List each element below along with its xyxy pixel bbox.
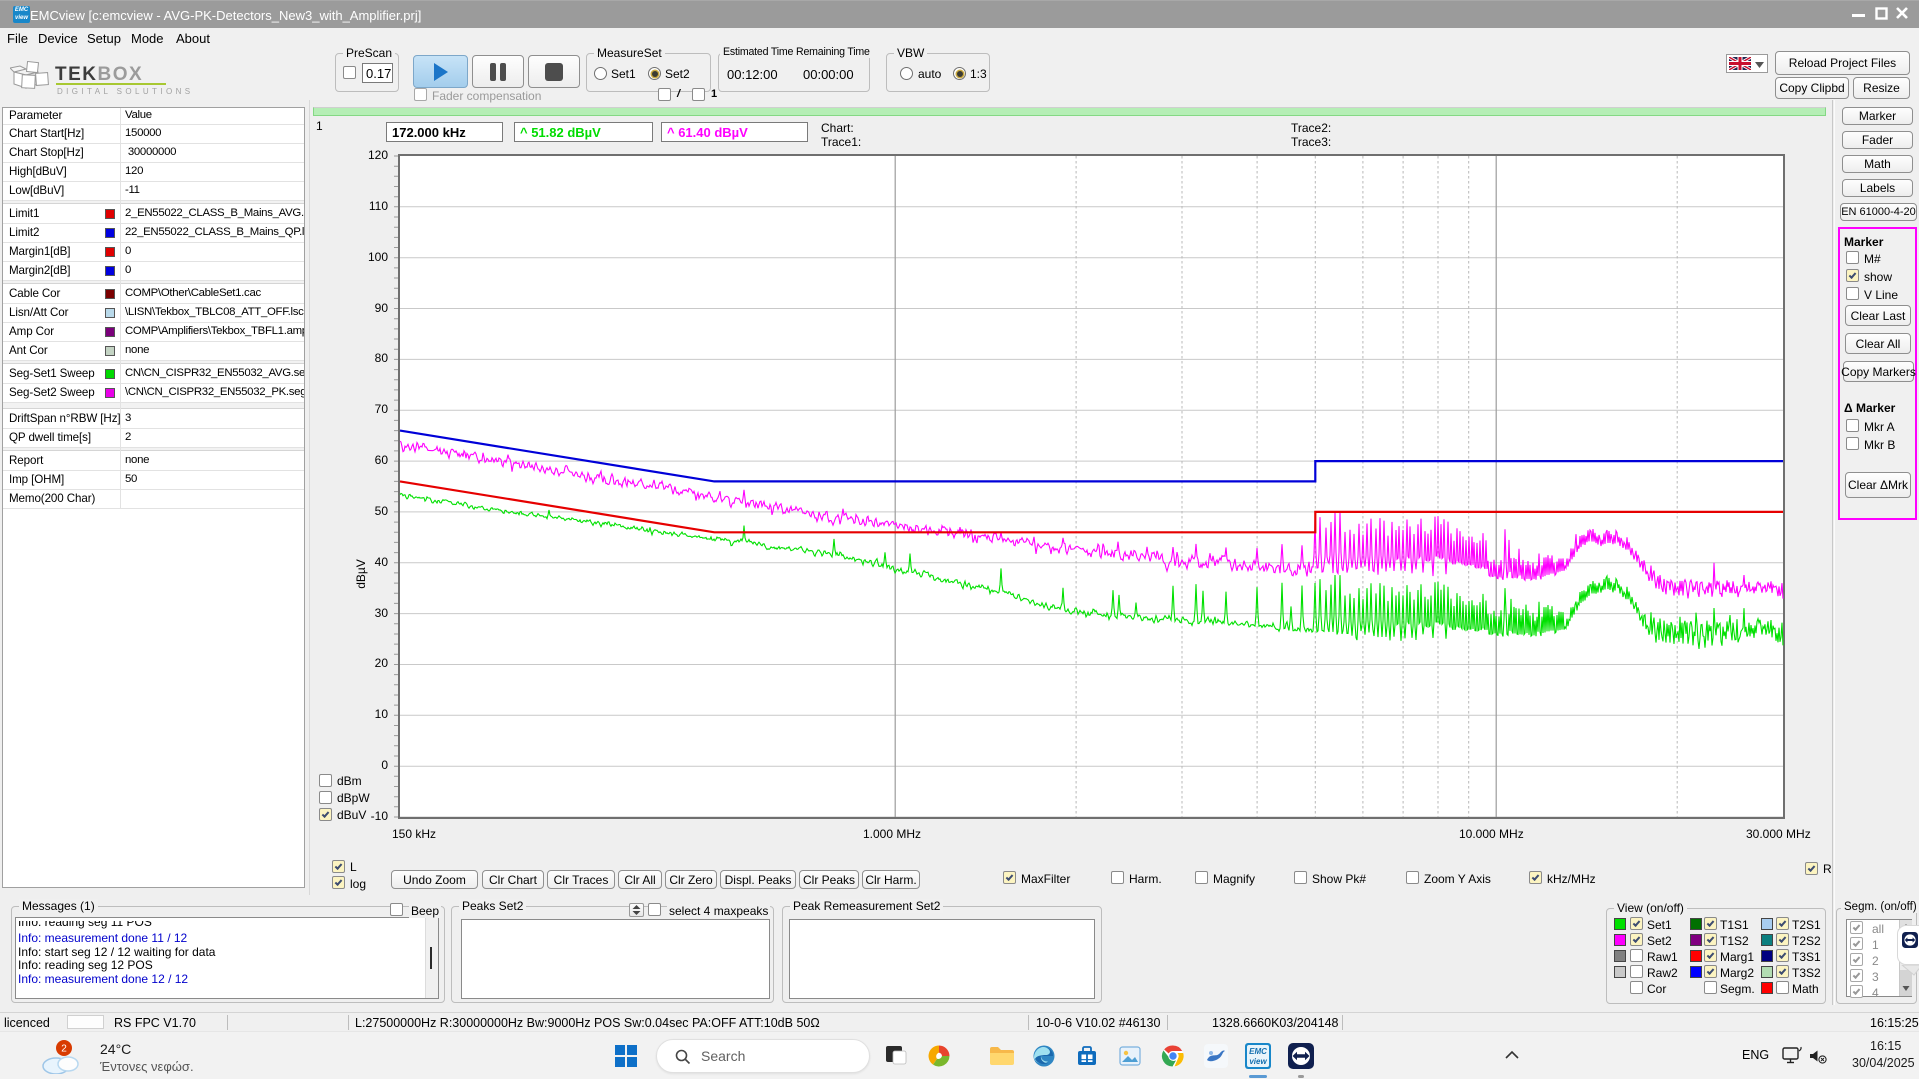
svg-text:view: view [1249, 1057, 1267, 1066]
svg-text:EMC: EMC [1249, 1047, 1267, 1056]
svg-text:2: 2 [61, 1044, 67, 1055]
svg-text:DIGITAL SOLUTIONS: DIGITAL SOLUTIONS [57, 87, 193, 96]
svg-text:TEKBOX: TEKBOX [55, 64, 143, 85]
